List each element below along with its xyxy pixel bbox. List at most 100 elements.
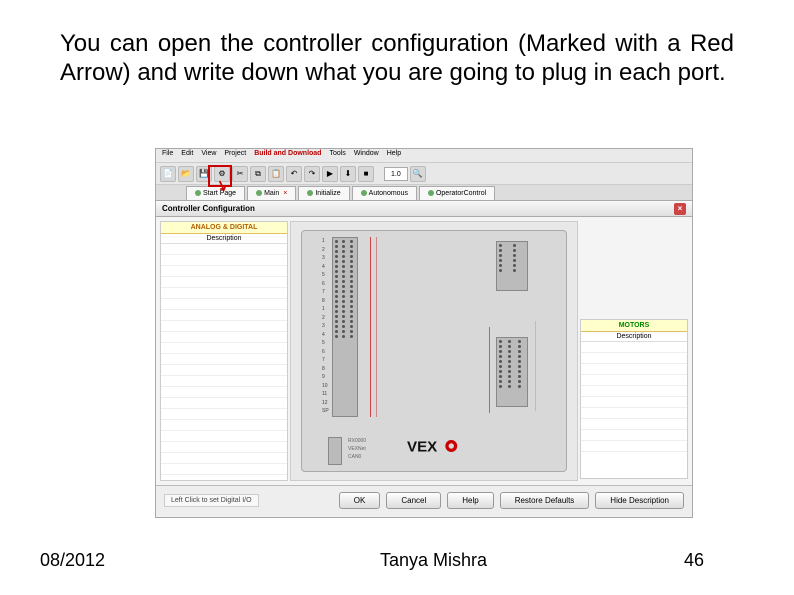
config-title: Controller Configuration <box>162 204 255 213</box>
vex-logo: VEX <box>399 435 469 457</box>
table-row[interactable] <box>161 431 287 442</box>
table-row[interactable] <box>161 277 287 288</box>
toolbar-stop-icon[interactable]: ■ <box>358 166 374 182</box>
slide-footer: 08/2012 Tanya Mishra 46 <box>0 550 794 571</box>
tab-autonomous[interactable]: Autonomous <box>352 186 417 200</box>
table-row[interactable] <box>161 288 287 299</box>
table-row[interactable] <box>161 321 287 332</box>
footer-date: 08/2012 <box>40 550 240 571</box>
toolbar-cut-icon[interactable]: ✂ <box>232 166 248 182</box>
tab-operatorcontrol[interactable]: OperatorControl <box>419 186 495 200</box>
table-row[interactable] <box>581 353 687 364</box>
table-row[interactable] <box>161 343 287 354</box>
menu-item-tools[interactable]: Tools <box>329 150 345 161</box>
table-row[interactable] <box>581 397 687 408</box>
toolbar-save-icon[interactable]: 💾 <box>196 166 212 182</box>
help-button[interactable]: Help <box>447 492 493 509</box>
port-block-right-bot[interactable] <box>496 337 528 407</box>
hide-description-button[interactable]: Hide Description <box>595 492 684 509</box>
table-row[interactable] <box>161 387 287 398</box>
menu-item-edit[interactable]: Edit <box>181 150 193 161</box>
tab-label: Autonomous <box>369 190 408 197</box>
table-row[interactable] <box>161 376 287 387</box>
restore-defaults-button[interactable]: Restore Defaults <box>500 492 590 509</box>
tab-dot-icon <box>361 190 367 196</box>
toolbar-build-icon[interactable]: ▶ <box>322 166 338 182</box>
table-row[interactable] <box>581 430 687 441</box>
menu-item-help[interactable]: Help <box>387 150 401 161</box>
tab-label: Main <box>264 190 279 197</box>
table-row[interactable] <box>161 442 287 453</box>
table-row[interactable] <box>161 332 287 343</box>
app-screenshot: File Edit View Project Build and Downloa… <box>155 148 693 518</box>
menu-item-build[interactable]: Build and Download <box>254 150 321 161</box>
digital-line <box>376 237 377 417</box>
right-panel-sub: Description <box>581 332 687 342</box>
tab-dot-icon <box>428 190 434 196</box>
table-row[interactable] <box>581 419 687 430</box>
menubar: File Edit View Project Build and Downloa… <box>156 149 692 163</box>
left-panel-title: ANALOG & DIGITAL <box>161 222 287 234</box>
footer-page: 46 <box>634 550 754 571</box>
i2c-line <box>535 321 536 411</box>
table-row[interactable] <box>581 441 687 452</box>
table-row[interactable] <box>161 255 287 266</box>
controller-diagram: 12345678123456789101112SP RX0000 <box>290 221 578 481</box>
config-body: ANALOG & DIGITAL Description 12345678123… <box>156 217 692 485</box>
zoom-select[interactable]: 1.0 <box>384 167 408 181</box>
slide-text: You can open the controller configuratio… <box>0 0 794 98</box>
table-row[interactable] <box>161 244 287 255</box>
ok-button[interactable]: OK <box>339 492 381 509</box>
table-row[interactable] <box>161 310 287 321</box>
menu-item-project[interactable]: Project <box>224 150 246 161</box>
close-icon[interactable]: × <box>283 190 287 197</box>
analog-digital-panel: ANALOG & DIGITAL Description <box>160 221 288 481</box>
toolbar-open-icon[interactable]: 📂 <box>178 166 194 182</box>
toolbar-copy-icon[interactable]: ⧉ <box>250 166 266 182</box>
svg-text:VEX: VEX <box>407 438 437 455</box>
toolbar-zoomin-icon[interactable]: 🔍 <box>410 166 426 182</box>
bottom-connector-port <box>328 437 342 465</box>
tab-main[interactable]: Main × <box>247 186 296 200</box>
motors-panel: MOTORS Description <box>580 319 688 479</box>
footer-author: Tanya Mishra <box>240 550 634 571</box>
left-panel-rows <box>161 244 287 475</box>
table-row[interactable] <box>581 342 687 353</box>
table-row[interactable] <box>161 398 287 409</box>
tabbar: Start Page Main× Initialize Autonomous O… <box>156 185 692 201</box>
cancel-button[interactable]: Cancel <box>386 492 441 509</box>
table-row[interactable] <box>161 266 287 277</box>
table-row[interactable] <box>161 299 287 310</box>
tab-dot-icon <box>256 190 262 196</box>
menu-item-window[interactable]: Window <box>354 150 379 161</box>
table-row[interactable] <box>161 464 287 475</box>
toolbar-download-icon[interactable]: ⬇ <box>340 166 356 182</box>
tab-dot-icon <box>307 190 313 196</box>
menu-item-file[interactable]: File <box>162 150 173 161</box>
table-row[interactable] <box>581 386 687 397</box>
port-block-left[interactable] <box>332 237 358 417</box>
toolbar-redo-icon[interactable]: ↷ <box>304 166 320 182</box>
table-row[interactable] <box>581 364 687 375</box>
left-panel-sub: Description <box>161 234 287 244</box>
menu-item-view[interactable]: View <box>201 150 216 161</box>
controller-body: 12345678123456789101112SP RX0000 <box>301 230 567 472</box>
toolbar: 📄 📂 💾 ⚙ ✂ ⧉ 📋 ↶ ↷ ▶ ⬇ ■ 1.0 🔍 ↘ <box>156 163 692 185</box>
hint-text: Left Click to set Digital I/O <box>164 494 259 507</box>
table-row[interactable] <box>161 420 287 431</box>
toolbar-paste-icon[interactable]: 📋 <box>268 166 284 182</box>
table-row[interactable] <box>161 365 287 376</box>
table-row[interactable] <box>161 354 287 365</box>
toolbar-undo-icon[interactable]: ↶ <box>286 166 302 182</box>
tab-label: Initialize <box>315 190 340 197</box>
port-block-right-top[interactable] <box>496 241 528 291</box>
button-bar: Left Click to set Digital I/O OK Cancel … <box>156 485 692 515</box>
bottom-connector-labels: RX0000 VEXNet CAN0 <box>348 437 366 461</box>
toolbar-new-icon[interactable]: 📄 <box>160 166 176 182</box>
table-row[interactable] <box>161 409 287 420</box>
table-row[interactable] <box>581 375 687 386</box>
table-row[interactable] <box>581 408 687 419</box>
tab-initialize[interactable]: Initialize <box>298 186 349 200</box>
close-button[interactable]: × <box>674 203 686 215</box>
table-row[interactable] <box>161 453 287 464</box>
